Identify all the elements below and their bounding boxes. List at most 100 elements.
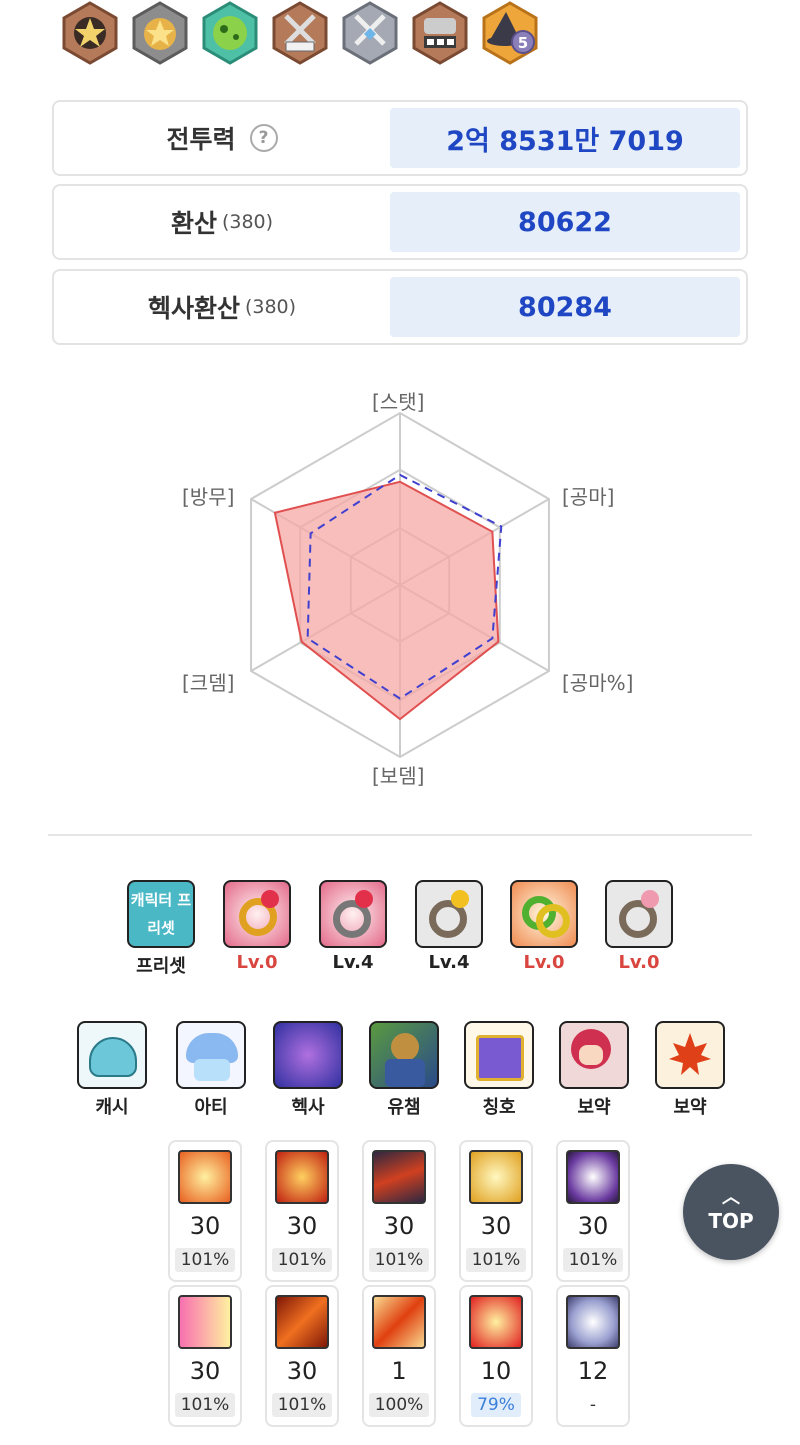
tab-hexa-label: 헥사 <box>291 1097 325 1118</box>
skill-percent: - <box>589 1395 597 1415</box>
tab-union-champion[interactable]: 유챔 <box>364 1021 444 1119</box>
crossed-swords-medal-silver-icon[interactable] <box>340 0 400 66</box>
skill-level: 10 <box>480 1357 512 1385</box>
skill-dark-slash-icon <box>372 1150 426 1204</box>
gold-ring-icon[interactable] <box>223 880 291 948</box>
radar-label-attack: [공마] <box>562 485 615 509</box>
ring-level-5: Lv.0 <box>618 952 660 973</box>
conversion-value: 80622 <box>390 192 740 252</box>
helmet-medal-bronze-icon[interactable] <box>410 0 470 66</box>
green-ring-icon[interactable] <box>510 880 578 948</box>
skill-percent: 101% <box>174 1393 236 1417</box>
mushroom-icon[interactable] <box>176 1021 246 1089</box>
combat-power-value: 2억 8531만 7019 <box>390 108 740 168</box>
tab-doping-1-label: 보약 <box>577 1097 611 1118</box>
tab-title-label: 칭호 <box>482 1097 516 1118</box>
skill-card[interactable]: 30 101% <box>168 1285 242 1427</box>
maple-leaf-icon[interactable] <box>655 1021 725 1089</box>
radar-label-ignore-def: [방무] <box>182 485 235 509</box>
ring-level-4: Lv.0 <box>523 952 565 973</box>
tab-doping-2[interactable]: 보약 <box>650 1021 730 1119</box>
ring-item-3[interactable]: Lv.4 <box>409 880 489 973</box>
skill-card[interactable]: 30 101% <box>459 1140 533 1282</box>
tab-hexa[interactable]: 헥사 <box>268 1021 348 1119</box>
cash-helmet-icon[interactable] <box>77 1021 147 1089</box>
hexa-conversion-box: 헥사환산 (380) 80284 <box>52 269 748 345</box>
silver-ruby-ring-icon[interactable] <box>319 880 387 948</box>
conversion-sub: (380) <box>221 211 274 233</box>
skill-percent: 101% <box>368 1248 430 1272</box>
skill-card[interactable]: 30 101% <box>168 1140 242 1282</box>
skill-level: 30 <box>189 1212 221 1240</box>
skill-card[interactable]: 30 101% <box>362 1140 436 1282</box>
topaz-ring-icon[interactable] <box>415 880 483 948</box>
ring-item-4[interactable]: Lv.0 <box>504 880 584 973</box>
skill-phoenix-icon <box>275 1150 329 1204</box>
skill-level: 30 <box>577 1212 609 1240</box>
tab-title[interactable]: 칭호 <box>459 1021 539 1119</box>
skill-flame-spear-icon <box>275 1295 329 1349</box>
ring-item-1[interactable]: Lv.0 <box>217 880 297 973</box>
radar-svg <box>250 411 550 759</box>
skill-level: 30 <box>383 1212 415 1240</box>
tab-cash-label: 캐시 <box>95 1097 129 1118</box>
union-champion-icon[interactable] <box>369 1021 439 1089</box>
skill-percent: 101% <box>465 1248 527 1272</box>
skill-percent: 79% <box>471 1393 521 1417</box>
combat-power-box: 전투력 ? 2억 8531만 7019 <box>52 100 748 176</box>
ring-item-2[interactable]: Lv.4 <box>313 880 393 973</box>
tab-doping-2-label: 보약 <box>673 1097 707 1118</box>
star-medal-silver-icon[interactable] <box>130 0 190 66</box>
help-icon[interactable]: ? <box>249 124 278 152</box>
skill-level: 30 <box>286 1357 318 1385</box>
character-preset-icon[interactable]: 캐릭터 프리셋 <box>127 880 195 948</box>
skill-card[interactable]: 30 101% <box>556 1140 630 1282</box>
tab-doping-1[interactable]: 보약 <box>554 1021 634 1119</box>
crossed-swords-medal-bronze-icon[interactable] <box>270 0 330 66</box>
title-book-icon[interactable] <box>464 1021 534 1089</box>
hexa-conversion-sub: (380) <box>244 296 297 318</box>
equipment-tab-row: 캐시 아티 헥사 유챔 칭호 보약 보약 <box>0 1021 800 1121</box>
witch-hat-medal-icon[interactable]: 5 <box>480 0 540 66</box>
skill-level: 30 <box>480 1212 512 1240</box>
pink-ring-icon[interactable] <box>605 880 673 948</box>
preset-item[interactable]: 캐릭터 프리셋 프리셋 <box>121 880 201 978</box>
medal-badge-number: 5 <box>518 34 528 52</box>
skill-percent: 101% <box>562 1248 624 1272</box>
medal-list: 5 <box>60 0 540 70</box>
ring-item-5[interactable]: Lv.0 <box>599 880 679 973</box>
skill-level: 30 <box>286 1212 318 1240</box>
skill-golden-wing-icon <box>469 1150 523 1204</box>
tab-arcane[interactable]: 아티 <box>171 1021 251 1119</box>
ring-level-2: Lv.4 <box>332 952 374 973</box>
skill-card[interactable]: 30 101% <box>265 1140 339 1282</box>
skill-sword-icon <box>372 1295 426 1349</box>
skill-percent: 101% <box>271 1248 333 1272</box>
skill-percent: 100% <box>368 1393 430 1417</box>
ring-level-1: Lv.0 <box>236 952 278 973</box>
scroll-top-label: TOP <box>708 1209 754 1233</box>
scroll-top-button[interactable]: ︿ TOP <box>683 1164 779 1260</box>
radar-chart: [스탯] [공마] [공마%] [보뎀] [크뎀] [방무] <box>150 380 650 790</box>
chevron-up-icon: ︿ <box>722 1187 740 1208</box>
ring-level-3: Lv.4 <box>428 952 470 973</box>
skill-heart-flame-icon <box>469 1295 523 1349</box>
skill-card[interactable]: 1 100% <box>362 1285 436 1427</box>
skill-percent: 101% <box>174 1248 236 1272</box>
green-orb-medal-icon[interactable] <box>200 0 260 66</box>
star-medal-bronze-icon[interactable] <box>60 0 120 66</box>
radar-label-stat: [스탯] <box>372 390 425 414</box>
hexa-swirl-icon[interactable] <box>273 1021 343 1089</box>
skill-percent: 101% <box>271 1393 333 1417</box>
skill-level: 12 <box>577 1357 609 1385</box>
skill-orb-ring-icon <box>566 1295 620 1349</box>
tab-cash[interactable]: 캐시 <box>72 1021 152 1119</box>
skill-level: 30 <box>189 1357 221 1385</box>
skill-level: 1 <box>391 1357 407 1385</box>
doping-character-icon[interactable] <box>559 1021 629 1089</box>
skill-card[interactable]: 10 79% <box>459 1285 533 1427</box>
skill-card[interactable]: 12 - <box>556 1285 630 1427</box>
conversion-label: 환산 <box>170 209 217 238</box>
conversion-label-wrap: 환산 (380) <box>54 186 390 258</box>
skill-card[interactable]: 30 101% <box>265 1285 339 1427</box>
